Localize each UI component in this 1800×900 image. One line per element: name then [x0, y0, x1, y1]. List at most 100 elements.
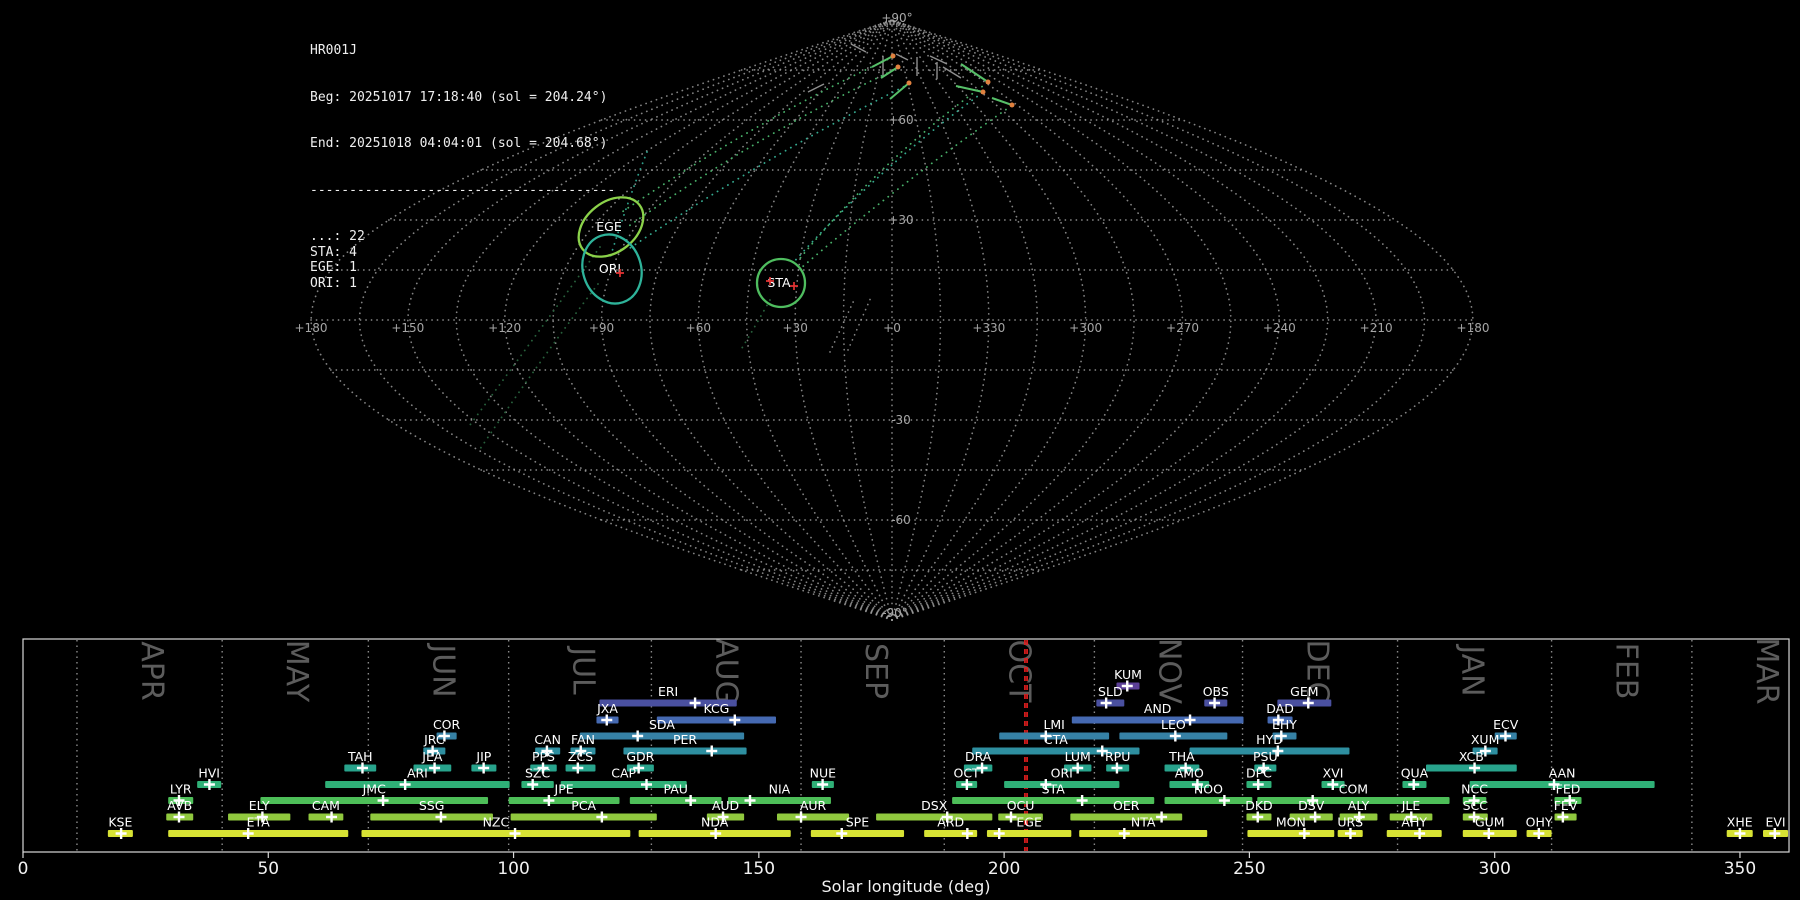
shower-label: AAN [1549, 766, 1576, 781]
shower-peak-marker [962, 828, 973, 839]
shower-label: STA [1042, 782, 1066, 797]
shower-peak-marker [729, 715, 740, 726]
shower-peak-marker [429, 763, 440, 774]
shower-label: NOO [1194, 782, 1223, 797]
shower-count-line: EGE: 1 [310, 260, 615, 276]
shower-label: AMO [1175, 766, 1204, 781]
shower-peak-marker [478, 763, 489, 774]
longitude-label: +0 [883, 321, 901, 335]
x-tick-label: 150 [743, 859, 775, 879]
shower-count-line: STA: 4 [310, 245, 615, 261]
shower-bar [168, 830, 348, 837]
shower-peak-marker [690, 698, 701, 709]
shower-label: OCU [1007, 798, 1035, 813]
latitude-label: +60 [888, 113, 913, 127]
meteor-endpoint [981, 90, 986, 95]
longitude-label: +150 [391, 321, 424, 335]
month-label: FEB [1609, 643, 1644, 700]
shower-label: NZC [483, 815, 510, 830]
shower-peak-marker [1310, 812, 1321, 823]
shower-peak-marker [1533, 828, 1544, 839]
shower-label: ELY [249, 798, 270, 813]
latitude-label: -60 [891, 513, 911, 527]
grid-meridian [892, 20, 1473, 620]
shower-label: PER [673, 732, 697, 747]
shower-bar [370, 814, 493, 821]
shower-bar [309, 814, 344, 821]
shower-peak-marker [1414, 828, 1425, 839]
grid-meridian [602, 20, 893, 620]
shower-label: AND [1144, 701, 1172, 716]
shower-label: URS [1337, 815, 1363, 830]
meteor-endpoint [891, 54, 896, 59]
shower-label: ARI [407, 766, 428, 781]
separator-line: --------------------------------------- [310, 183, 615, 199]
shower-label: NCC [1461, 782, 1488, 797]
x-tick-label: 200 [988, 859, 1020, 879]
shower-peak-marker [961, 779, 972, 790]
shower-label: FEV [1554, 798, 1578, 813]
longitude-label: +180 [295, 321, 328, 335]
shower-bar [325, 781, 509, 788]
x-axis-title: Solar longitude (deg) [822, 877, 991, 896]
shower-label: AUR [800, 798, 827, 813]
shower-label: EVI [1765, 815, 1785, 830]
shower-peak-marker [116, 828, 127, 839]
shower-peak-marker [1252, 812, 1263, 823]
shower-label: ETA [247, 815, 271, 830]
shower-label: XUM [1471, 732, 1500, 747]
shower-peak-marker [400, 779, 411, 790]
shower-label: ECV [1493, 717, 1519, 732]
shower-peak-marker [1209, 698, 1220, 709]
shower-label: LEO [1161, 717, 1186, 732]
shower-label: AVB [167, 798, 192, 813]
shower-label: KUM [1114, 667, 1142, 682]
shower-label: XCB [1459, 749, 1484, 764]
shower-peak-marker [1101, 698, 1112, 709]
shower-peak-marker [1072, 763, 1083, 774]
shower-peak-marker [1327, 779, 1338, 790]
shower-label: ARD [937, 815, 964, 830]
shower-label: JMC [362, 782, 386, 797]
shower-peak-marker [1734, 828, 1745, 839]
shower-peak-marker [527, 779, 538, 790]
x-tick-label: 0 [18, 859, 29, 879]
month-label: MAR [1749, 637, 1784, 704]
month-label: MAY [279, 640, 314, 703]
shower-label: KSE [108, 815, 132, 830]
shower-label: OBS [1203, 684, 1229, 699]
shower-peak-marker [1077, 795, 1088, 806]
shower-peak-marker [378, 795, 389, 806]
begin-time-line: Beg: 20251017 17:18:40 (sol = 204.24°) [310, 90, 615, 106]
month-label: AUG [708, 638, 743, 704]
shower-label: OER [1113, 798, 1140, 813]
shower-bar [630, 797, 722, 804]
shower-peak-marker [994, 828, 1005, 839]
month-label: SEP [858, 643, 893, 699]
meteor-segment [956, 86, 983, 92]
shower-label: AHY [1401, 815, 1427, 830]
longitude-label: +270 [1166, 321, 1199, 335]
shower-label: JIP [475, 749, 491, 764]
shower-bar [509, 797, 620, 804]
shower-peak-marker [601, 715, 612, 726]
shower-count-list: ...: 22STA: 4EGE: 1ORI: 1 [310, 229, 615, 291]
shower-label: MON [1276, 815, 1306, 830]
shower-label: EHY [1272, 717, 1297, 732]
month-label: JUN [425, 642, 460, 697]
meteor-endpoint [896, 65, 901, 70]
shower-label: CAN [534, 732, 561, 747]
longitude-label: +210 [1360, 321, 1393, 335]
shower-label: THA [1168, 749, 1195, 764]
shower-peak-marker [706, 746, 717, 757]
shower-label: COM [1339, 782, 1368, 797]
shower-label: FAN [571, 732, 595, 747]
shower-bar [511, 814, 657, 821]
x-tick-label: 300 [1478, 859, 1510, 879]
pole-top-label: +90° [881, 11, 912, 25]
shower-label: SSG [419, 798, 445, 813]
meteor-segment [890, 83, 909, 99]
shower-peak-marker [1469, 763, 1480, 774]
shower-label: ZCS [568, 749, 593, 764]
shower-label: NTA [1131, 815, 1156, 830]
